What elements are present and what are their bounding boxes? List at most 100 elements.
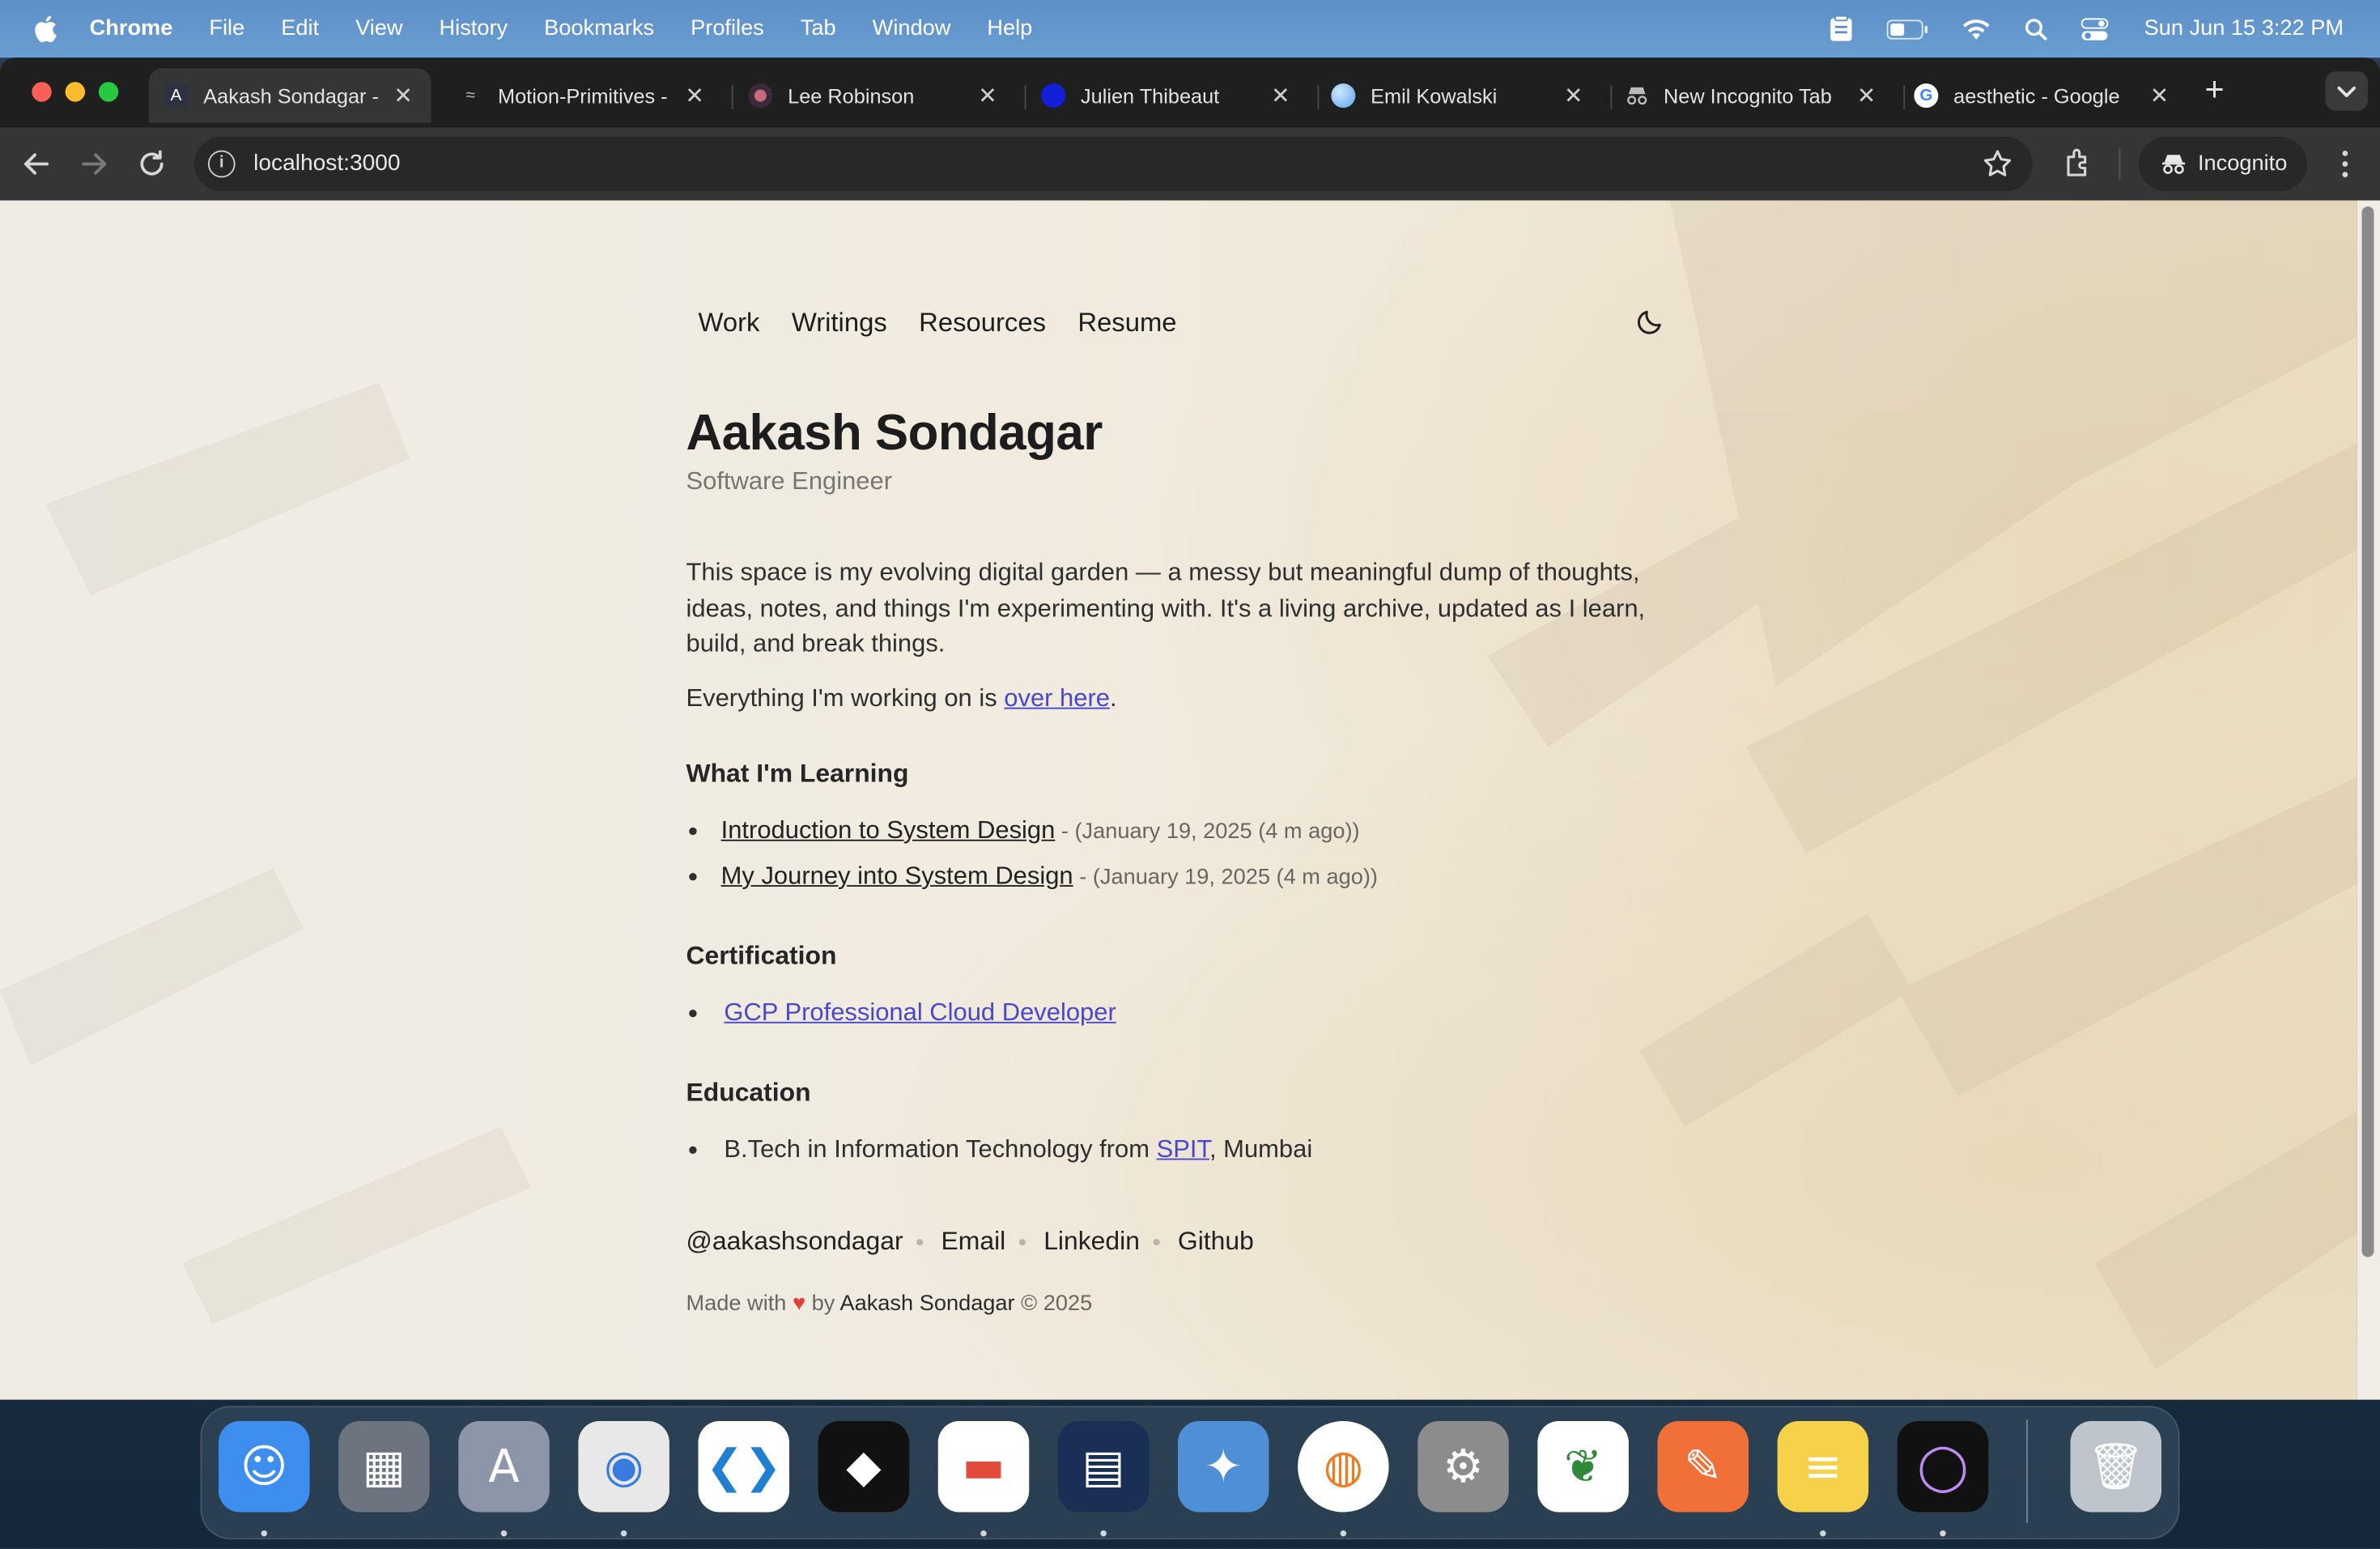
list-item: My Journey into System Design - (January… <box>686 859 1378 904</box>
running-indicator <box>620 1530 627 1537</box>
incognito-profile-button[interactable]: Incognito <box>2138 136 2307 192</box>
url-text[interactable]: localhost:3000 <box>253 151 400 177</box>
vscode-icon[interactable]: ❮❯ <box>698 1421 789 1513</box>
education-list: B.Tech in Information Technology from SP… <box>686 1133 1312 1178</box>
close-tab-icon[interactable]: ✕ <box>1564 82 1583 109</box>
web-page: Work Writings Resources Resume Aakash So… <box>0 200 2357 1400</box>
close-tab-icon[interactable]: ✕ <box>1857 82 1876 109</box>
tab-new-incognito[interactable]: New Incognito Tab ✕ <box>1612 68 1894 123</box>
working-prefix: Everything I'm working on is <box>686 684 1005 713</box>
cube-app-icon[interactable]: ◆ <box>818 1421 910 1513</box>
apple-icon[interactable] <box>32 15 59 43</box>
close-tab-icon[interactable]: ✕ <box>393 82 413 109</box>
close-tab-icon[interactable]: ✕ <box>2150 82 2170 109</box>
forward-icon[interactable] <box>76 146 113 182</box>
extensions-icon[interactable] <box>2063 146 2096 179</box>
footer-prefix: Made with <box>686 1292 793 1317</box>
tab-motion-primitives[interactable]: ≈ Motion-Primitives - ✕ <box>440 68 723 123</box>
nav-writings[interactable]: Writings <box>792 307 887 338</box>
search-icon[interactable] <box>2024 18 2046 40</box>
menu-window[interactable]: Window <box>873 17 951 41</box>
menubar-clock[interactable]: Sun Jun 15 3:22 PM <box>2144 17 2344 41</box>
github-link[interactable]: Github <box>1178 1227 1254 1257</box>
menu-bar: Chrome File Edit View History Bookmarks … <box>0 0 2380 58</box>
postman-icon[interactable]: ✎ <box>1657 1421 1749 1513</box>
working-paragraph: Everything I'm working on is over here. <box>686 685 1117 714</box>
tab-lee-robinson[interactable]: Lee Robinson ✕ <box>733 68 1016 123</box>
tab-aakash-sondagar[interactable]: A Aakash Sondagar - ✕ <box>148 68 431 123</box>
spit-link[interactable]: SPIT <box>1157 1136 1209 1164</box>
menu-app-name[interactable]: Chrome <box>90 17 173 41</box>
twitter-handle-link[interactable]: @aakashsondagar <box>686 1227 903 1257</box>
motion-icon: ≈ <box>465 86 475 105</box>
clipboard-icon[interactable] <box>1829 15 1853 43</box>
control-center-icon[interactable] <box>2080 17 2108 40</box>
linkedin-link[interactable]: Linkedin <box>1043 1227 1140 1257</box>
heart-icon: ♥ <box>792 1292 806 1317</box>
battery-icon[interactable] <box>1885 19 1927 39</box>
menu-history[interactable]: History <box>440 17 508 41</box>
tab-title: Lee Robinson <box>788 84 915 108</box>
scrollbar-thumb[interactable] <box>2361 206 2374 1257</box>
zoom-window-button[interactable] <box>98 82 119 102</box>
close-window-button[interactable] <box>32 82 52 102</box>
new-tab-button[interactable]: + <box>2196 70 2233 108</box>
separator-dot: ● <box>915 1233 924 1251</box>
tab-julien-thibeaut[interactable]: Julien Thibeaut ✕ <box>1026 68 1309 123</box>
page-title: Aakash Sondagar <box>686 403 1103 461</box>
menu-tab[interactable]: Tab <box>801 17 836 41</box>
notes-icon[interactable]: ≡ <box>1777 1421 1869 1513</box>
learning-date-2: - (January 19, 2025 (4 m ago)) <box>1073 865 1378 890</box>
over-here-link[interactable]: over here <box>1004 685 1110 713</box>
close-tab-icon[interactable]: ✕ <box>685 82 704 109</box>
page-scrollbar[interactable] <box>2357 200 2380 1400</box>
email-link[interactable]: Email <box>941 1227 1006 1257</box>
screenshot-icon[interactable]: ✦ <box>1178 1421 1269 1513</box>
chrome-icon[interactable]: ◉ <box>578 1421 669 1513</box>
tab-search-button[interactable] <box>2325 71 2368 111</box>
menu-edit[interactable]: Edit <box>281 17 319 41</box>
arc-icon[interactable]: A <box>458 1421 550 1513</box>
system-settings-icon[interactable]: ⚙ <box>1417 1421 1509 1513</box>
trash-icon[interactable]: 🗑 <box>2070 1421 2161 1513</box>
reload-icon[interactable] <box>134 146 170 182</box>
wifi-icon[interactable] <box>1961 18 1991 40</box>
site-info-icon[interactable]: i <box>207 150 236 178</box>
back-icon[interactable] <box>19 146 55 182</box>
tab-title: aesthetic - Google <box>1953 84 2120 108</box>
learning-link-2[interactable]: My Journey into System Design <box>721 862 1073 890</box>
tab-title: Emil Kowalski <box>1371 84 1498 108</box>
close-tab-icon[interactable]: ✕ <box>978 82 997 109</box>
menu-view[interactable]: View <box>355 17 402 41</box>
nav-resources[interactable]: Resources <box>919 307 1046 338</box>
raycast-ring-icon[interactable]: ◯ <box>1897 1421 1989 1513</box>
mongodb-icon[interactable]: ❦ <box>1537 1421 1629 1513</box>
minimize-window-button[interactable] <box>65 82 85 102</box>
bookmark-star-icon[interactable] <box>1981 147 2014 181</box>
gcp-cert-link[interactable]: GCP Professional Cloud Developer <box>724 999 1116 1027</box>
edu-prefix: B.Tech in Information Technology from <box>724 1135 1157 1164</box>
finder-icon[interactable]: ☺ <box>219 1421 310 1513</box>
browser-window: A Aakash Sondagar - ✕ ≈ Motion-Primitive… <box>0 57 2380 1400</box>
sphere-icon <box>1331 83 1356 109</box>
certification-heading: Certification <box>686 941 837 971</box>
notes-stack-icon[interactable]: ▤ <box>1057 1421 1150 1513</box>
speakerdeck-icon[interactable]: ▬ <box>937 1421 1030 1513</box>
address-bar[interactable]: i localhost:3000 <box>194 136 2033 192</box>
menu-bookmarks[interactable]: Bookmarks <box>544 17 654 41</box>
google-icon: G <box>1914 83 1939 109</box>
close-tab-icon[interactable]: ✕ <box>1271 82 1290 109</box>
tab-emil-kowalski[interactable]: Emil Kowalski ✕ <box>1319 68 1601 123</box>
more-menu-icon[interactable] <box>2333 146 2357 182</box>
tab-aesthetic-google[interactable]: G aesthetic - Google ✕ <box>1905 68 2187 123</box>
tab-title: Motion-Primitives - <box>498 84 668 108</box>
moon-icon[interactable] <box>1636 309 1664 336</box>
nav-resume[interactable]: Resume <box>1077 307 1176 338</box>
nav-work[interactable]: Work <box>699 307 760 338</box>
learning-link-1[interactable]: Introduction to System Design <box>721 817 1056 845</box>
launchpad-icon[interactable]: ▦ <box>338 1421 430 1513</box>
menu-file[interactable]: File <box>209 17 244 41</box>
menu-help[interactable]: Help <box>987 17 1032 41</box>
menu-profiles[interactable]: Profiles <box>691 17 764 41</box>
openvpn-icon[interactable]: ◍ <box>1298 1421 1389 1513</box>
